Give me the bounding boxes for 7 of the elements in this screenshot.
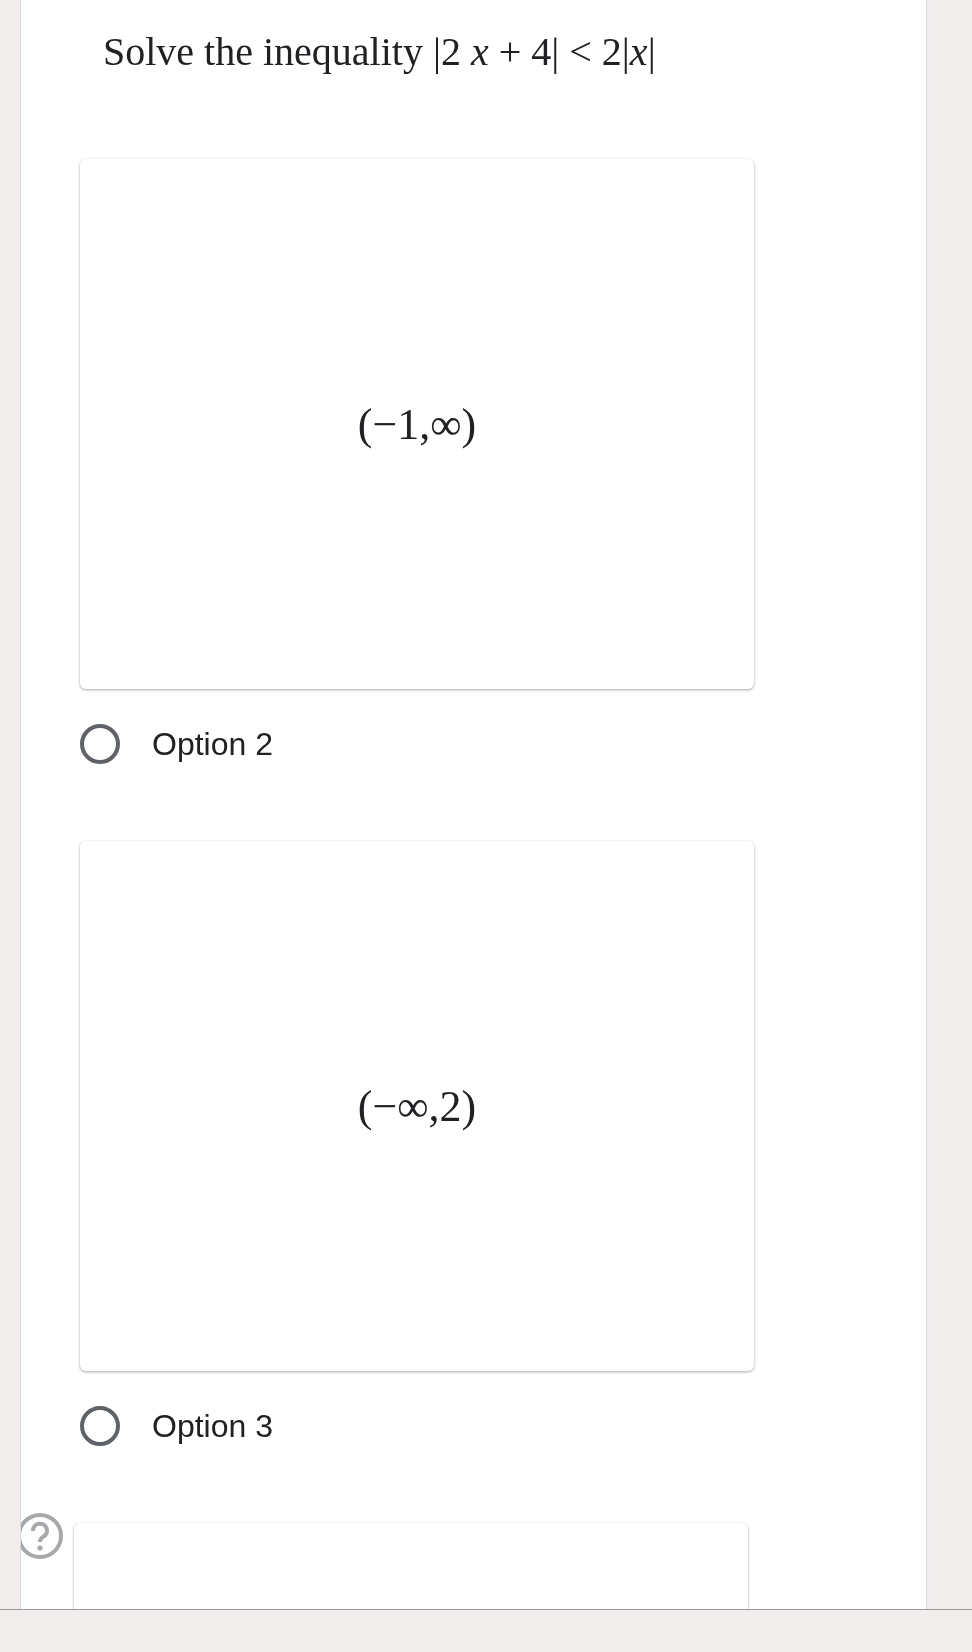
question-text: Solve the inequality |2 x + 4| < 2|x| <box>103 28 657 75</box>
interval-text: (−1,∞) <box>357 398 477 450</box>
radio-button[interactable] <box>80 724 120 764</box>
option-label: Option 2 <box>152 725 273 763</box>
radio-button[interactable] <box>80 1406 120 1446</box>
interval-text: (−∞,2) <box>357 1080 477 1132</box>
option-label: Option 3 <box>152 1407 273 1445</box>
